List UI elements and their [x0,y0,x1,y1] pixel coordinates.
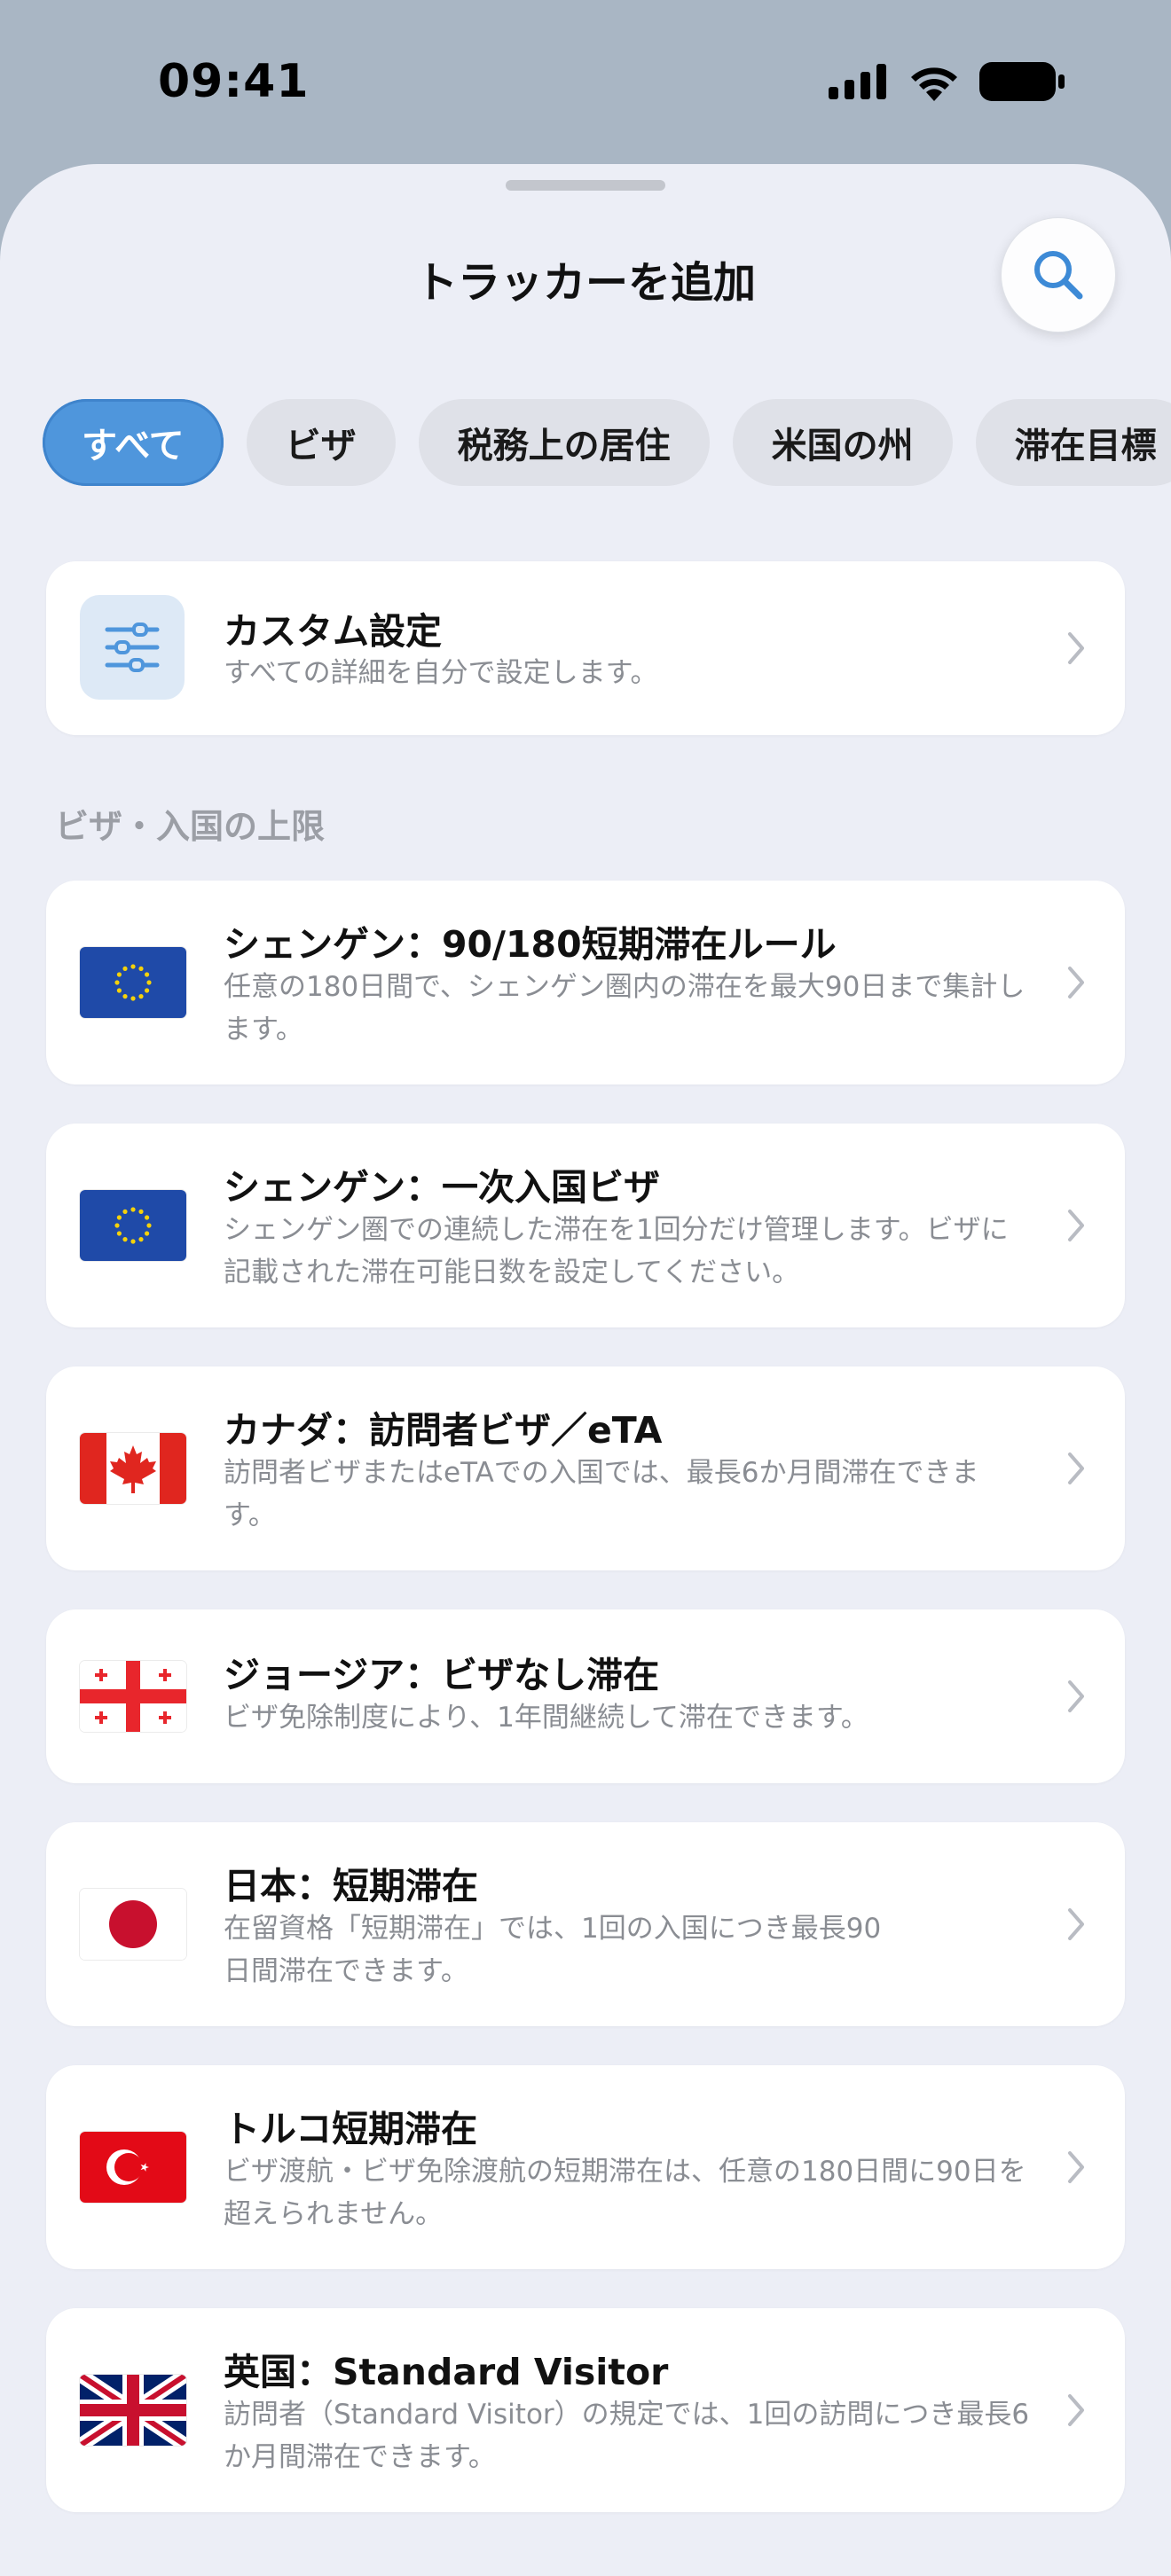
status-time: 09:41 [158,55,310,108]
tracker-title: シェンゲン：90/180短期滞在ルール [224,923,837,966]
chip-all[interactable]: すべて [43,399,224,486]
japan-flag-icon [80,1889,186,1960]
chevron-right-icon [1068,632,1084,664]
tracker-title: 英国：Standard Visitor [224,2351,669,2393]
chip-stay-goals[interactable]: 滞在目標 [975,399,1171,486]
tracker-item-schengen-90-180[interactable]: シェンゲン：90/180短期滞在ルール 任意の180日間で、シェンゲン圏内の滞在… [46,881,1125,1084]
uk-flag-icon [80,2375,186,2446]
tracker-item-georgia[interactable]: ジョージア：ビザなし滞在 ビザ免除制度により、1年間継続して滞在できます。 [46,1609,1125,1783]
tracker-desc: ビザ免除制度により、1年間継続して滞在できます。 [224,1702,868,1734]
chevron-right-icon [1068,1452,1084,1484]
chip-visa[interactable]: ビザ [246,399,396,486]
canada-flag-icon [80,1433,186,1504]
sheet-title: トラッカーを追加 [414,258,756,308]
georgia-flag-icon [80,1661,186,1732]
chevron-right-icon [1068,2151,1084,2183]
sheet-grabber[interactable] [506,180,665,191]
tracker-title: シェンゲン：一次入国ビザ [224,1166,660,1209]
chevron-right-icon [1068,1210,1084,1241]
battery-icon [979,62,1065,101]
tracker-desc: ビザ渡航・ビザ免除渡航の短期滞在は、任意の180日間に90日を超えられません。 [224,2156,1026,2230]
filter-chips: すべて ビザ 税務上の居住 米国の州 滞在目標 [43,399,1171,486]
chevron-right-icon [1068,1680,1084,1712]
tracker-title: カナダ：訪問者ビザ／eTA [224,1409,663,1452]
tracker-title: トルコ短期滞在 [224,2108,478,2150]
chevron-right-icon [1068,967,1084,998]
chip-us-states[interactable]: 米国の州 [732,399,953,486]
cellular-signal-icon [829,64,886,99]
eu-flag-icon [80,947,186,1018]
section-header-visa: ビザ・入国の上限 [55,807,326,846]
tracker-desc: 訪問者ビザまたはeTAでの入国では、最長6か月間滞在できます。 [224,1457,979,1531]
sliders-icon [80,595,185,700]
tracker-item-canada[interactable]: カナダ：訪問者ビザ／eTA 訪問者ビザまたはeTAでの入国では、最長6か月間滞在… [46,1366,1125,1570]
tracker-desc: 任意の180日間で、シェンゲン圏内の滞在を最大90日まで集計します。 [224,971,1026,1045]
custom-settings-card[interactable]: カスタム設定 すべての詳細を自分で設定します。 [46,561,1125,735]
status-bar: 09:41 [0,0,1171,168]
tracker-desc: 在留資格「短期滞在」では、1回の入国につき最長90日間滞在できます。 [224,1913,882,1987]
search-button[interactable] [1001,217,1116,333]
add-tracker-sheet: トラッカーを追加 すべて ビザ 税務上の居住 米国の州 滞在目標 カスタム設定 … [0,164,1171,2576]
tracker-desc: シェンゲン圏での連続した滞在を1回分だけ管理します。ビザに記載された滞在可能日数… [224,1214,1009,1288]
tracker-item-schengen-single-entry[interactable]: シェンゲン：一次入国ビザ シェンゲン圏での連続した滞在を1回分だけ管理します。ビ… [46,1124,1125,1327]
tracker-item-japan[interactable]: 日本：短期滞在 在留資格「短期滞在」では、1回の入国につき最長90日間滞在できま… [46,1822,1125,2026]
status-icons [829,62,1065,101]
tracker-desc: 訪問者（Standard Visitor）の規定では、1回の訪問につき最長6か月… [224,2399,1030,2473]
wifi-icon [911,67,957,101]
custom-settings-desc: すべての詳細を自分で設定します。 [224,657,658,689]
eu-flag-icon [80,1190,186,1261]
tracker-item-uk[interactable]: 英国：Standard Visitor 訪問者（Standard Visitor… [46,2308,1125,2512]
chevron-right-icon [1068,2394,1084,2426]
tracker-title: ジョージア：ビザなし滞在 [224,1654,660,1696]
turkey-flag-icon [80,2132,186,2203]
chevron-right-icon [1068,1908,1084,1940]
tracker-item-turkey[interactable]: トルコ短期滞在 ビザ渡航・ビザ免除渡航の短期滞在は、任意の180日間に90日を超… [46,2065,1125,2269]
search-icon [1034,251,1083,300]
custom-settings-title: カスタム設定 [224,610,442,653]
tracker-title: 日本：短期滞在 [224,1865,478,1907]
chip-tax-residency[interactable]: 税務上の居住 [418,399,710,486]
